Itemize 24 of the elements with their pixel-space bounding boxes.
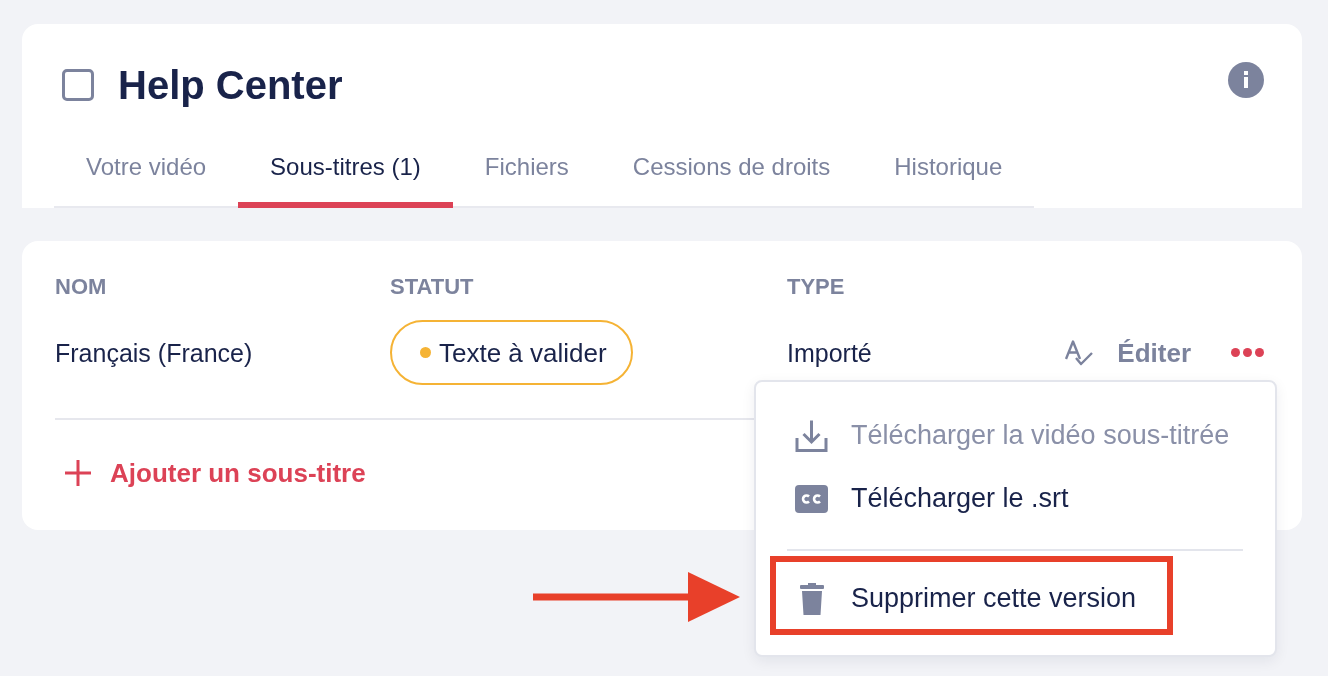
status-text: Texte à valider (439, 337, 607, 368)
captions-icon (795, 484, 828, 513)
trash-icon (799, 582, 824, 615)
column-header: NOM (55, 275, 107, 299)
checkbox[interactable] (62, 69, 94, 101)
tab[interactable]: Sous-titres (1) (238, 136, 453, 208)
plus-icon (64, 459, 92, 487)
tab[interactable]: Cessions de droits (600, 136, 863, 208)
add-subtitle-link[interactable]: Ajouter un sous-titre (64, 458, 366, 488)
name-cell: Français (France) (55, 337, 253, 368)
more-icon[interactable] (1231, 348, 1264, 357)
tab[interactable]: Fichiers (452, 136, 601, 208)
tab[interactable]: Historique (862, 136, 1035, 208)
info-icon[interactable] (1228, 62, 1264, 98)
menu-item[interactable]: Télécharger le .srt (756, 467, 1275, 530)
tab[interactable]: Votre vidéo (54, 136, 239, 208)
column-header: STATUT (390, 275, 474, 299)
spellcheck-icon (1065, 339, 1094, 366)
page-title: Help Center (118, 64, 343, 106)
edit-button[interactable]: Éditer (1065, 337, 1191, 368)
column-header: TYPE (787, 275, 845, 299)
download-icon (795, 418, 828, 453)
menu-item[interactable]: Supprimer cette version (756, 567, 1275, 630)
type-cell: Importé (787, 337, 872, 368)
